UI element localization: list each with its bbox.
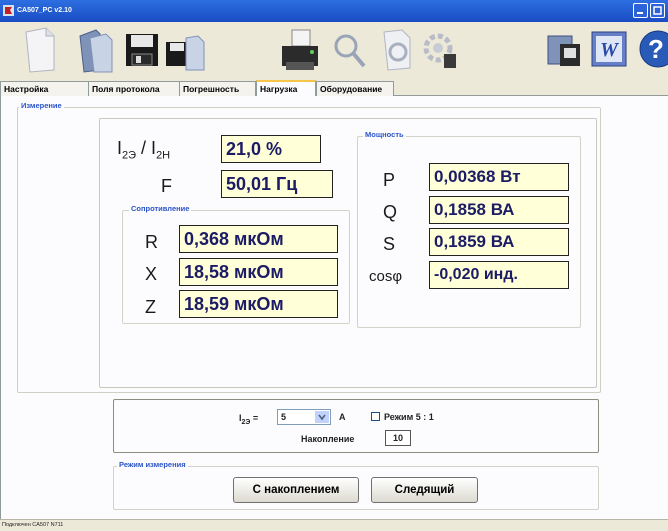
load-panel: Измерение I2Э / I2Н 21,0 % F 50,01 Гц Со… — [0, 96, 668, 519]
current-setting-label: I2Э = — [239, 413, 259, 426]
power-cos-value: -0,020 инд. — [429, 261, 569, 289]
tab-strip: Настройка Поля протокола Погрешность Наг… — [0, 80, 668, 97]
power-q-value: 0,1858 ВА — [429, 196, 569, 224]
page-setup-icon[interactable] — [376, 22, 420, 76]
power-cos-label: cosφ — [369, 268, 403, 285]
minimize-button[interactable] — [633, 3, 648, 18]
svg-text:W: W — [600, 39, 619, 61]
word-export-icon[interactable]: W — [588, 22, 632, 76]
status-bar: Подключен CA507 N711 — [0, 519, 668, 531]
app-icon — [3, 5, 14, 16]
power-p-value: 0,00368 Вт — [429, 163, 569, 191]
follow-mode-button[interactable]: Следящий — [371, 477, 478, 503]
power-s-value: 0,1859 ВА — [429, 228, 569, 256]
help-icon[interactable]: ? — [636, 22, 668, 76]
connection-status: Подключен CA507 N711 — [2, 522, 64, 528]
svg-text:?: ? — [648, 34, 664, 64]
accumulation-label: Накопление — [301, 434, 355, 444]
print-preview-icon[interactable] — [328, 22, 372, 76]
current-range-select[interactable]: 5 — [277, 409, 331, 425]
current-unit: А — [339, 412, 346, 422]
power-s-label: S — [383, 234, 396, 254]
maximize-button[interactable] — [650, 3, 665, 18]
title-bar[interactable]: CA507_PC v2.10 — [0, 0, 668, 22]
current-range-value: 5 — [281, 412, 287, 422]
current-ratio-label: I2Э / I2Н — [117, 138, 171, 162]
toolbar: W ? — [0, 22, 668, 80]
save-icon[interactable] — [120, 22, 164, 76]
tab-protocol-fields[interactable]: Поля протокола — [88, 81, 180, 96]
open-documents-icon[interactable] — [74, 22, 118, 76]
accumulate-mode-button[interactable]: С накоплением — [233, 477, 359, 503]
power-q-label: Q — [383, 202, 398, 222]
app-window: CA507_PC v2.10 W ? Настройка Поля проток… — [0, 0, 668, 531]
resistance-group-label: Сопротивление — [129, 204, 192, 213]
resistance-r-value: 0,368 мкОм — [179, 225, 338, 253]
export-icon[interactable] — [542, 22, 586, 76]
accumulation-input[interactable]: 10 — [385, 430, 411, 446]
current-ratio-value: 21,0 % — [221, 135, 321, 163]
tab-error[interactable]: Погрешность — [179, 81, 256, 96]
tab-load[interactable]: Нагрузка — [256, 80, 316, 97]
window-title: CA507_PC v2.10 — [17, 7, 72, 14]
frequency-value: 50,01 Гц — [221, 170, 333, 198]
save-as-icon[interactable] — [164, 22, 208, 76]
printer-icon[interactable] — [278, 22, 322, 76]
resistance-x-label: X — [145, 264, 158, 284]
new-document-icon[interactable] — [18, 22, 62, 76]
measurement-mode-group-label: Режим измерения — [117, 460, 188, 469]
tab-equipment[interactable]: Оборудование — [316, 81, 394, 96]
mode-5-1-label: Режим 5 : 1 — [384, 412, 434, 422]
resistance-x-value: 18,58 мкОм — [179, 258, 338, 286]
gear-icon[interactable] — [418, 22, 462, 76]
frequency-label: F — [161, 176, 172, 196]
tab-settings[interactable]: Настройка — [0, 81, 89, 96]
power-group-label: Мощность — [363, 130, 406, 139]
resistance-z-value: 18,59 мкОм — [179, 290, 338, 318]
current-settings-box — [113, 399, 599, 453]
mode-5-1-checkbox[interactable] — [371, 412, 380, 421]
measurement-group-label: Измерение — [19, 101, 64, 110]
chevron-down-icon[interactable] — [315, 411, 329, 423]
resistance-z-label: Z — [145, 297, 156, 317]
resistance-r-label: R — [145, 232, 158, 252]
power-p-label: P — [383, 170, 396, 190]
